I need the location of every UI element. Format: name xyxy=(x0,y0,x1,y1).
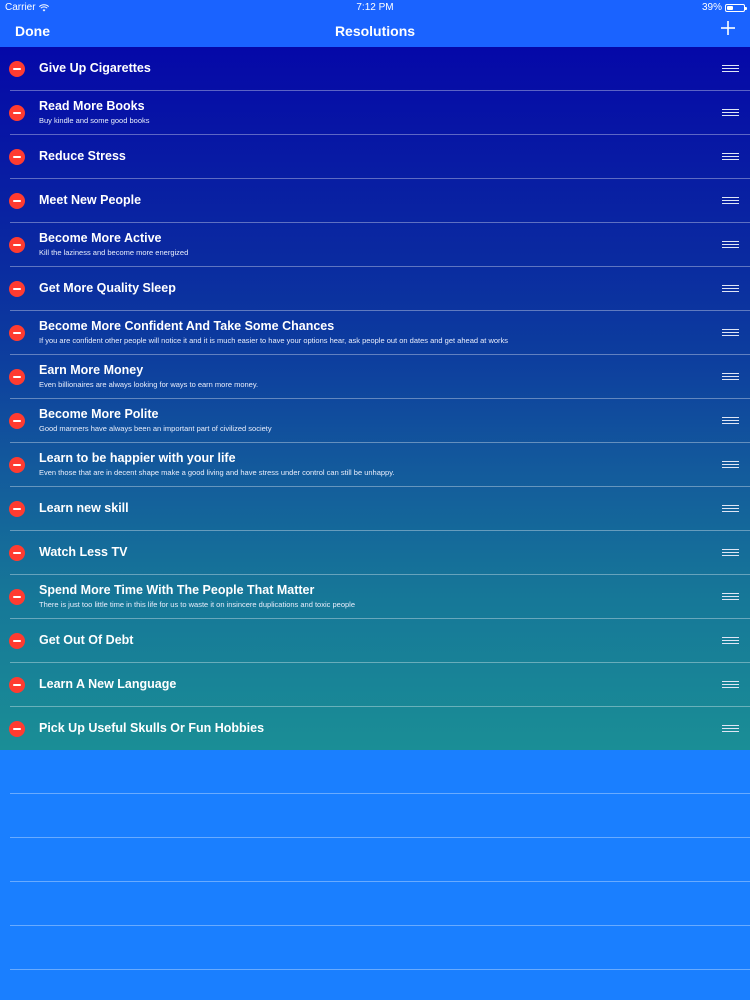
list-item[interactable]: Learn A New Language xyxy=(0,663,750,707)
list-item-title: Spend More Time With The People That Mat… xyxy=(39,583,315,597)
list-item[interactable]: Become More Confident And Take Some Chan… xyxy=(0,311,750,355)
minus-circle-icon[interactable] xyxy=(9,193,25,209)
page-title: Resolutions xyxy=(334,23,416,39)
top-bar: Carrier 7:12 PM 39% Done Resolutions xyxy=(0,0,750,47)
list-item-title: Get Out Of Debt xyxy=(39,633,134,647)
minus-circle-icon[interactable] xyxy=(9,105,25,121)
minus-circle-icon[interactable] xyxy=(9,501,25,517)
reorder-grip-icon[interactable] xyxy=(722,417,739,425)
minus-circle-icon[interactable] xyxy=(9,589,25,605)
reorder-grip-icon[interactable] xyxy=(722,725,739,733)
reorder-grip-icon[interactable] xyxy=(722,65,739,73)
list-item-title: Reduce Stress xyxy=(39,149,126,163)
list-item-subtitle: Buy kindle and some good books xyxy=(39,116,150,125)
reorder-grip-icon[interactable] xyxy=(722,153,739,161)
list-item[interactable]: Learn to be happier with your life Even t… xyxy=(0,443,750,487)
list-item-title: Learn to be happier with your life xyxy=(39,451,236,465)
empty-row-divider xyxy=(10,969,750,970)
navigation-bar: Done Resolutions xyxy=(0,15,750,47)
empty-row-divider xyxy=(10,837,750,838)
empty-row-divider xyxy=(10,881,750,882)
minus-circle-icon[interactable] xyxy=(9,325,25,341)
list-item[interactable]: Pick Up Useful Skulls Or Fun Hobbies xyxy=(0,707,750,751)
plus-icon[interactable] xyxy=(720,20,736,36)
minus-circle-icon[interactable] xyxy=(9,633,25,649)
status-time: 7:12 PM xyxy=(356,2,394,13)
reorder-grip-icon[interactable] xyxy=(722,373,739,381)
reorder-grip-icon[interactable] xyxy=(722,461,739,469)
minus-circle-icon[interactable] xyxy=(9,149,25,165)
list-item-title: Learn new skill xyxy=(39,501,129,515)
battery-percent: 39% xyxy=(701,2,722,13)
minus-circle-icon[interactable] xyxy=(9,457,25,473)
list-item-subtitle: Even those that are in decent shape make… xyxy=(39,468,395,477)
list-item[interactable]: Learn new skill xyxy=(0,487,750,531)
minus-circle-icon[interactable] xyxy=(9,281,25,297)
reorder-grip-icon[interactable] xyxy=(722,241,739,249)
list-item-title: Become More Active xyxy=(39,231,162,245)
list-item-title: Become More Confident And Take Some Chan… xyxy=(39,319,335,333)
list-item[interactable]: Become More Active Kill the laziness and … xyxy=(0,223,750,267)
reorder-grip-icon[interactable] xyxy=(722,637,739,645)
reorder-grip-icon[interactable] xyxy=(722,549,739,557)
list-item-subtitle: Kill the laziness and become more energi… xyxy=(39,248,189,257)
list-item[interactable]: Earn More Money Even billionaires are alw… xyxy=(0,355,750,399)
reorder-grip-icon[interactable] xyxy=(722,329,739,337)
reorder-grip-icon[interactable] xyxy=(722,593,739,601)
list-item-subtitle: Good manners have always been an importa… xyxy=(39,424,272,433)
list-item-title: Pick Up Useful Skulls Or Fun Hobbies xyxy=(39,721,265,735)
status-bar: Carrier 7:12 PM 39% xyxy=(0,0,750,15)
list-item-title: Become More Polite xyxy=(39,407,159,421)
list-item[interactable]: Reduce Stress xyxy=(0,135,750,179)
empty-row-divider xyxy=(10,925,750,926)
list-item-title: Watch Less TV xyxy=(39,545,128,559)
list-item[interactable]: Get Out Of Debt xyxy=(0,619,750,663)
minus-circle-icon[interactable] xyxy=(9,677,25,693)
battery-icon xyxy=(725,3,747,12)
minus-circle-icon[interactable] xyxy=(9,61,25,77)
list-item[interactable]: Read More Books Buy kindle and some good … xyxy=(0,91,750,135)
list-item[interactable]: Give Up Cigarettes xyxy=(0,47,750,91)
reorder-grip-icon[interactable] xyxy=(722,681,739,689)
list-item[interactable]: Meet New People xyxy=(0,179,750,223)
list-item-title: Meet New People xyxy=(39,193,142,207)
list-item-title: Earn More Money xyxy=(39,363,144,377)
minus-circle-icon[interactable] xyxy=(9,545,25,561)
empty-list-area xyxy=(0,750,750,1000)
reorder-grip-icon[interactable] xyxy=(722,285,739,293)
minus-circle-icon[interactable] xyxy=(9,413,25,429)
list-item-title: Give Up Cigarettes xyxy=(39,61,151,75)
list-item[interactable]: Spend More Time With The People That Mat… xyxy=(0,575,750,619)
list-item[interactable]: Watch Less TV xyxy=(0,531,750,575)
minus-circle-icon[interactable] xyxy=(9,369,25,385)
list-item-subtitle: Even billionaires are always looking for… xyxy=(39,380,259,389)
list-item-subtitle: If you are confident other people will n… xyxy=(39,336,509,345)
resolutions-list: Give Up Cigarettes Read More Books Buy kin… xyxy=(0,47,750,751)
empty-row-divider xyxy=(10,793,750,794)
list-item[interactable]: Become More Polite Good manners have alwa… xyxy=(0,399,750,443)
minus-circle-icon[interactable] xyxy=(9,237,25,253)
reorder-grip-icon[interactable] xyxy=(722,505,739,513)
reorder-grip-icon[interactable] xyxy=(722,197,739,205)
list-item-subtitle: There is just too little time in this li… xyxy=(39,600,355,609)
list-item-title: Get More Quality Sleep xyxy=(39,281,176,295)
list-item[interactable]: Get More Quality Sleep xyxy=(0,267,750,311)
battery-fill xyxy=(727,5,733,10)
battery-group: 39% xyxy=(701,0,747,15)
reorder-grip-icon[interactable] xyxy=(722,109,739,117)
minus-circle-icon[interactable] xyxy=(9,721,25,737)
list-item-title: Learn A New Language xyxy=(39,677,177,691)
list-item-title: Read More Books xyxy=(39,99,145,113)
